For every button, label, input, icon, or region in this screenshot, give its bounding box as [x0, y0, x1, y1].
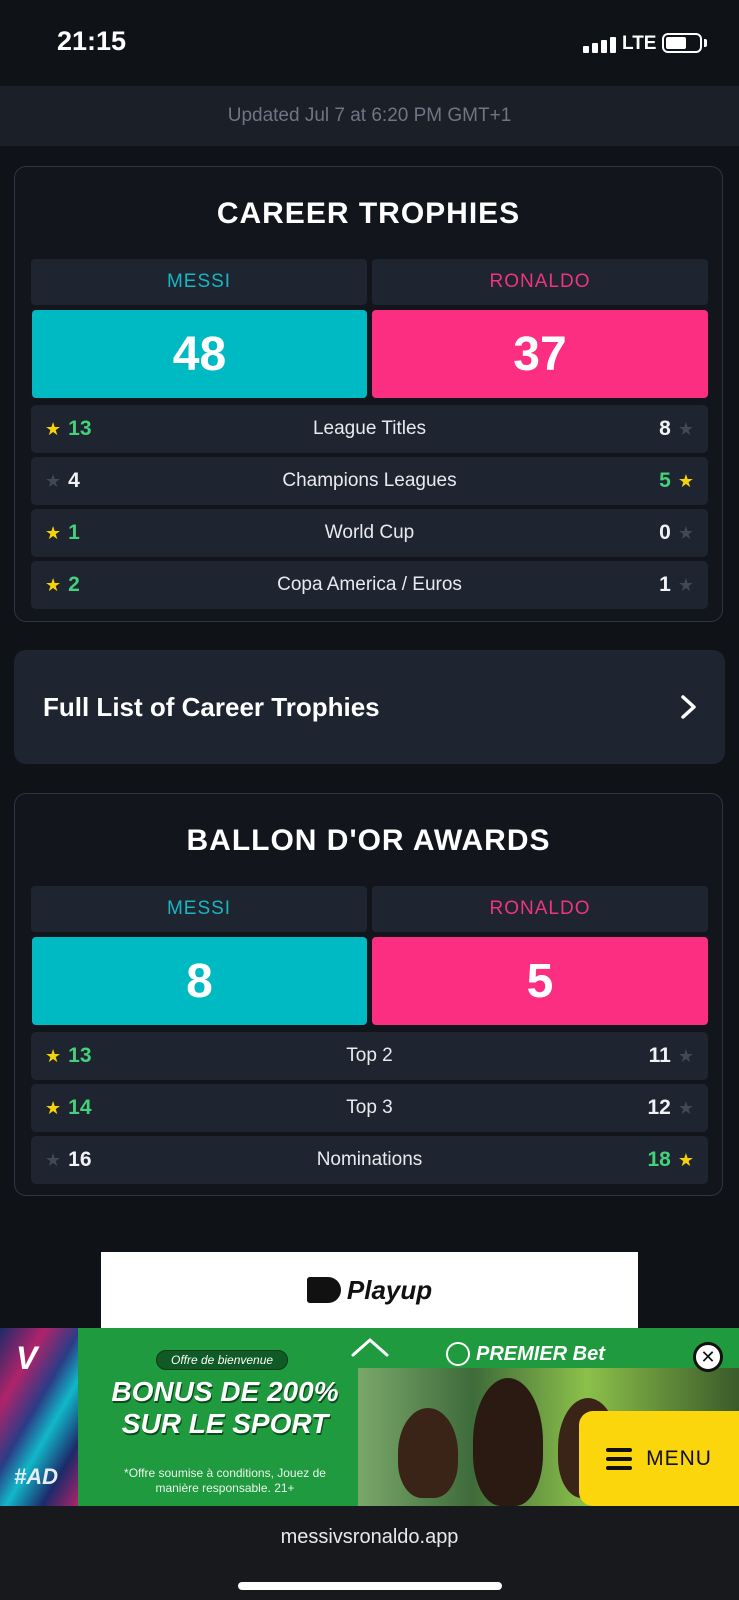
messi-value: 2	[68, 573, 80, 596]
status-bar: 21:15 LTE	[0, 0, 739, 86]
star-icon: ★	[677, 1046, 694, 1066]
star-icon: ★	[45, 419, 62, 439]
star-icon: ★	[45, 523, 62, 543]
chevron-up-icon[interactable]	[350, 1336, 390, 1358]
stat-label: Champions Leagues	[282, 470, 457, 491]
stat-label: Nominations	[316, 1149, 423, 1170]
card-title: CAREER TROPHIES	[216, 197, 521, 230]
star-icon: ★	[45, 471, 62, 491]
star-icon: ★	[677, 575, 694, 595]
ronaldo-ballon-score: 5	[372, 937, 708, 1025]
stat-row: World Cup ★ 1 0 ★	[31, 509, 708, 557]
ad-brand-text: PREMIER Bet	[476, 1342, 605, 1365]
stat-row: Top 2 ★ 13 11 ★	[31, 1032, 708, 1080]
ronaldo-stat: 5 ★	[659, 457, 694, 505]
player-name-messi: MESSI	[31, 259, 367, 305]
messi-stat: ★ 13	[45, 1032, 92, 1080]
menu-button[interactable]: MENU	[579, 1411, 739, 1506]
ronaldo-stat: 12 ★	[648, 1084, 695, 1132]
ronaldo-stat: 1 ★	[659, 561, 694, 609]
signal-icon	[583, 37, 616, 53]
home-indicator[interactable]	[238, 1582, 502, 1590]
full-list-link[interactable]: Full List of Career Trophies	[14, 650, 725, 764]
playup-logo-icon	[306, 1277, 341, 1303]
messi-ballon-score: 8	[32, 937, 367, 1025]
stat-row: Top 3 ★ 14 12 ★	[31, 1084, 708, 1132]
ballon-dor-card: BALLON D'OR AWARDS MESSI RONALDO 8 5 Top…	[14, 793, 723, 1196]
stat-label: Top 2	[346, 1045, 393, 1066]
stat-row: Champions Leagues ★ 4 5 ★	[31, 457, 708, 505]
ronaldo-stat: 18 ★	[648, 1136, 695, 1184]
star-icon: ★	[677, 1098, 694, 1118]
messi-stat: ★ 16	[45, 1136, 92, 1184]
ad-fine-print: *Offre soumise à conditions, Jouez de ma…	[124, 1466, 326, 1495]
ronaldo-stat: 11 ★	[649, 1032, 694, 1080]
ball-icon	[446, 1342, 470, 1366]
updated-timestamp: Updated Jul 7 at 6:20 PM GMT+1	[0, 86, 739, 146]
ad-tag: #AD	[14, 1464, 59, 1489]
ronaldo-stat: 0 ★	[659, 509, 694, 557]
star-icon: ★	[45, 1150, 62, 1170]
menu-label: MENU	[646, 1446, 712, 1470]
ad-brand: PREMIER Bet	[446, 1342, 605, 1366]
messi-stat: ★ 1	[45, 509, 80, 557]
battery-tip	[704, 39, 707, 47]
playup-ad[interactable]: Playup	[101, 1252, 638, 1328]
messi-value: 13	[68, 417, 92, 440]
ad-pill: Offre de bienvenue	[156, 1350, 289, 1370]
messi-value: 4	[68, 469, 80, 492]
stat-row: Copa America / Euros ★ 2 1 ★	[31, 561, 708, 609]
ronaldo-value: 18	[647, 1148, 671, 1171]
close-icon[interactable]: ✕	[693, 1342, 723, 1372]
ronaldo-value: 0	[659, 521, 671, 544]
playup-brand: Playup	[346, 1274, 433, 1305]
star-icon: ★	[677, 419, 694, 439]
star-icon: ★	[45, 1046, 62, 1066]
messi-stat: ★ 4	[45, 457, 80, 505]
stat-label: League Titles	[312, 418, 427, 439]
stat-label: World Cup	[324, 522, 415, 543]
career-trophies-card: CAREER TROPHIES MESSI RONALDO 48 37 Leag…	[14, 166, 723, 622]
messi-value: 14	[68, 1096, 92, 1119]
stat-row: League Titles ★ 13 8 ★	[31, 405, 708, 453]
star-icon: ★	[677, 523, 694, 543]
battery-icon	[662, 33, 702, 53]
player-name-messi: MESSI	[31, 886, 367, 932]
network-label: LTE	[622, 33, 657, 54]
ad-logo: V	[16, 1340, 38, 1376]
player-name-ronaldo: RONALDO	[372, 886, 708, 932]
star-icon: ★	[677, 1150, 694, 1170]
ronaldo-value: 12	[647, 1096, 671, 1119]
star-icon: ★	[45, 575, 62, 595]
messi-total-score: 48	[32, 310, 367, 398]
ronaldo-value: 1	[659, 573, 671, 596]
url-field[interactable]: messivsronaldo.app	[0, 1526, 739, 1549]
ronaldo-value: 8	[659, 417, 671, 440]
stat-label: Top 3	[346, 1097, 393, 1118]
ronaldo-stat: 8 ★	[659, 405, 694, 453]
messi-stat: ★ 2	[45, 561, 80, 609]
browser-bar: messivsronaldo.app	[0, 1506, 739, 1600]
messi-stat: ★ 13	[45, 405, 92, 453]
ad-headline: BONUS DE 200% SUR LE SPORT	[111, 1376, 339, 1439]
ronaldo-total-score: 37	[372, 310, 708, 398]
star-icon: ★	[45, 1098, 62, 1118]
stat-row: Nominations ★ 16 18 ★	[31, 1136, 708, 1184]
chevron-right-icon	[681, 695, 696, 719]
messi-value: 1	[68, 521, 80, 544]
ronaldo-value: 5	[659, 469, 671, 492]
status-time: 21:15	[57, 26, 127, 56]
card-title: BALLON D'OR AWARDS	[186, 824, 551, 857]
star-icon: ★	[677, 471, 694, 491]
player-name-ronaldo: RONALDO	[372, 259, 708, 305]
ronaldo-value: 11	[648, 1044, 671, 1067]
hamburger-icon	[606, 1447, 633, 1470]
stat-label: Copa America / Euros	[277, 574, 462, 595]
messi-value: 16	[68, 1148, 92, 1171]
full-list-label: Full List of Career Trophies	[43, 692, 380, 722]
messi-stat: ★ 14	[45, 1084, 92, 1132]
messi-value: 13	[68, 1044, 92, 1067]
